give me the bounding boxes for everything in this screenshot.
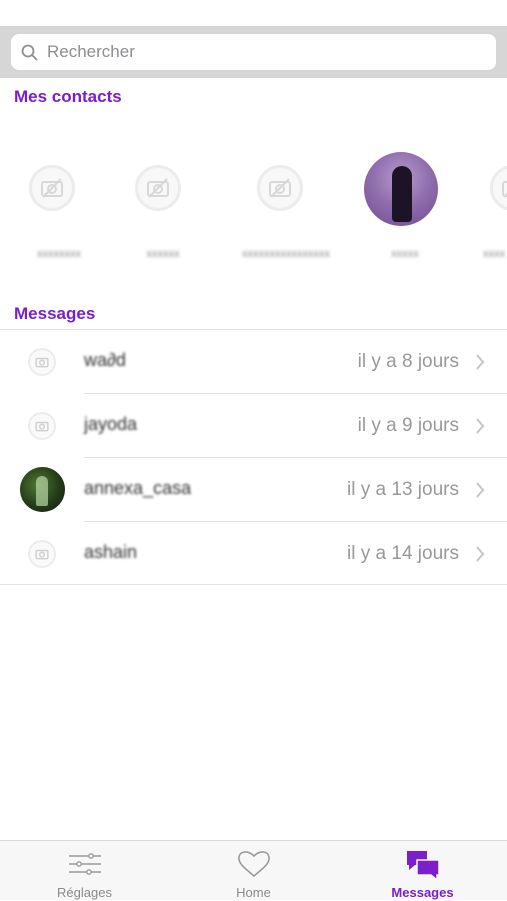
message-time: il y a 9 jours	[357, 415, 459, 436]
tab-label: Messages	[391, 885, 454, 900]
tab-reglages[interactable]: Réglages	[0, 841, 169, 901]
contact-name: xxxxxxxx	[37, 248, 81, 260]
message-row[interactable]: annexa_casa il y a 13 jours	[0, 458, 507, 522]
chevron-right-icon	[476, 418, 485, 434]
chevron-right-icon	[476, 546, 485, 562]
status-area	[0, 0, 507, 26]
tab-label: Réglages	[57, 885, 112, 900]
chevron-right-icon	[476, 482, 485, 498]
sender-photo	[20, 467, 65, 512]
contacts-carousel[interactable]: xxxxxxxx xxxxxx xxxxxxxxxxxxxxxx xxxxx x…	[0, 150, 507, 265]
message-sender: ashain	[84, 542, 138, 562]
contacts-section-title: Mes contacts	[14, 87, 122, 106]
tab-home[interactable]: Home	[169, 841, 338, 901]
contact-name: xxxxxx	[146, 248, 180, 260]
chevron-right-icon	[476, 354, 485, 370]
chat-bubbles-icon	[407, 851, 440, 881]
no-photo-icon	[29, 165, 75, 211]
search-bar	[0, 26, 507, 78]
tab-bar: Réglages Home Messages	[0, 840, 507, 900]
messages-section-title: Messages	[14, 304, 96, 323]
heart-icon	[238, 851, 270, 878]
message-time: il y a 13 jours	[347, 479, 459, 500]
message-sender: jayoda	[84, 414, 138, 434]
divider	[0, 584, 507, 585]
contact-item[interactable]: xxxxxxxx	[0, 150, 117, 262]
contact-photo	[364, 152, 438, 226]
no-photo-icon	[135, 165, 181, 211]
search-field[interactable]	[11, 34, 496, 70]
no-photo-icon	[28, 348, 56, 376]
message-sender: annexa_casa	[84, 478, 192, 498]
no-photo-icon	[28, 412, 56, 440]
search-icon	[21, 44, 38, 61]
contact-item[interactable]: xxxxxx	[108, 150, 238, 262]
contact-name: xxxxxxxxxxxxxxxx	[242, 248, 330, 260]
tab-label: Home	[236, 885, 271, 900]
contact-name: xxxx	[483, 248, 505, 260]
search-input[interactable]	[47, 34, 487, 70]
contact-item[interactable]: xxxxxxxxxxxxxxxx	[222, 150, 352, 262]
contact-item[interactable]: xxxx	[472, 150, 507, 262]
message-sender: wa∂d	[84, 350, 126, 370]
message-time: il y a 14 jours	[347, 543, 459, 564]
no-photo-icon	[490, 165, 507, 211]
sliders-icon	[69, 853, 101, 875]
no-photo-icon	[28, 540, 56, 568]
message-row[interactable]: ashain il y a 14 jours	[0, 522, 507, 586]
message-row[interactable]: wa∂d il y a 8 jours	[0, 330, 507, 394]
contact-item[interactable]: xxxxx	[350, 150, 480, 262]
tab-messages[interactable]: Messages	[338, 841, 507, 901]
contact-name: xxxxx	[391, 248, 419, 260]
no-photo-icon	[257, 165, 303, 211]
message-time: il y a 8 jours	[357, 351, 459, 372]
message-row[interactable]: jayoda il y a 9 jours	[0, 394, 507, 458]
